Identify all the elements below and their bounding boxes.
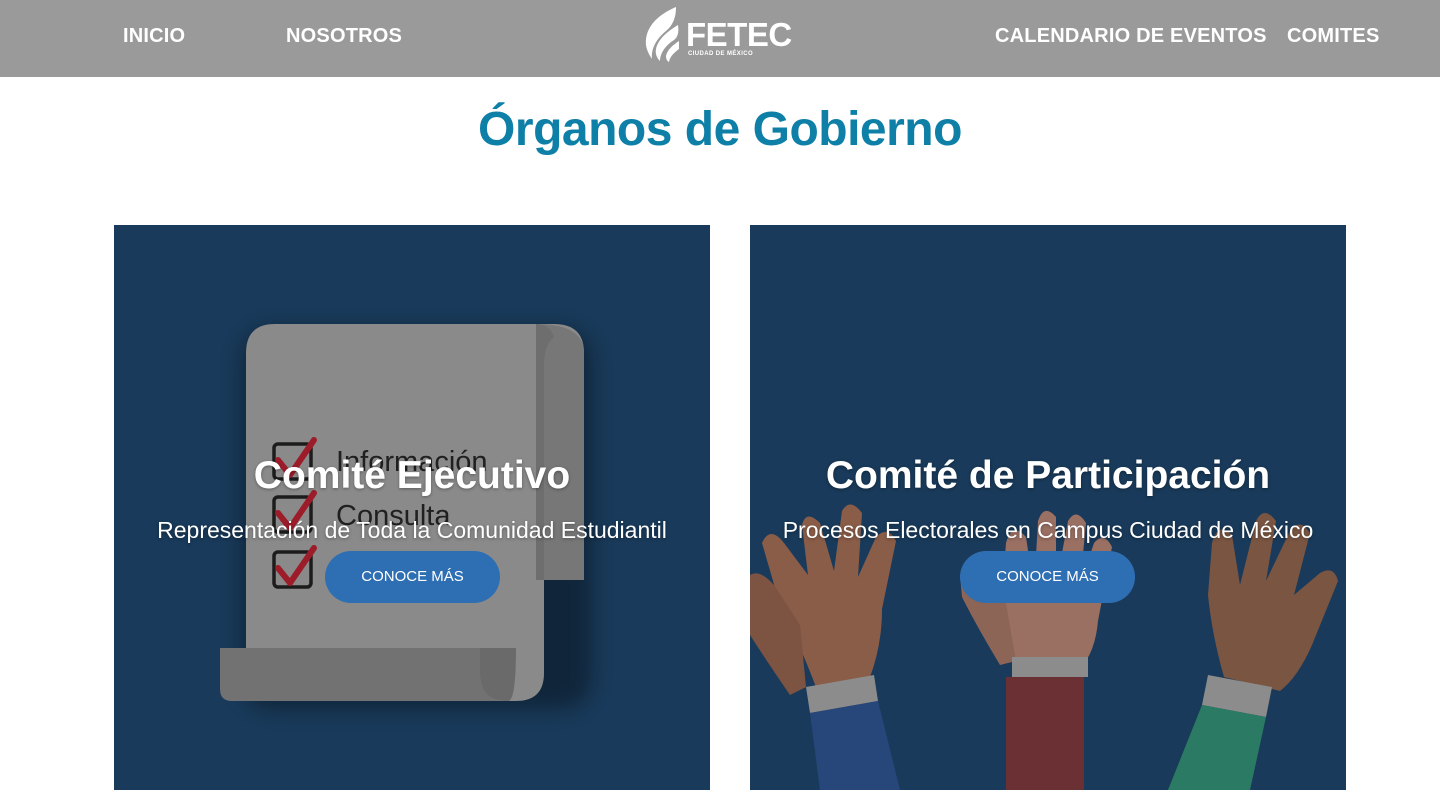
card-subtitle: Procesos Electorales en Campus Ciudad de…: [782, 517, 1314, 543]
page-title: Órganos de Gobierno: [478, 103, 962, 156]
nav-link-calendario-de-eventos[interactable]: CALENDARIO DE EVENTOS: [995, 25, 1267, 48]
logo-text: FETEC: [686, 16, 792, 53]
logo-subtext: CIUDAD DE MÉXICO: [688, 51, 754, 57]
card-comite-de-participacion[interactable]: [750, 225, 1346, 790]
nav-link-inicio[interactable]: INICIO: [123, 25, 185, 48]
raised-hands-illustration: [750, 504, 1338, 790]
conoce-mas-button-comite-ejecutivo[interactable]: CONOCE MÁS: [325, 551, 500, 603]
checklist-scroll-illustration: Información Consulta: [220, 324, 592, 709]
flame-icon: [645, 7, 679, 62]
card-title: Comité Ejecutivo: [253, 454, 571, 497]
card-comite-ejecutivo[interactable]: Información Consulta: [114, 225, 710, 790]
card-subtitle: Representación de Toda la Comunidad Estu…: [157, 517, 667, 543]
top-navigation-bar: INICIO NOSOTROS FETEC CIUDAD DE MÉXICO C…: [0, 0, 1440, 77]
nav-link-comites[interactable]: COMITES: [1287, 25, 1380, 48]
card-title: Comité de Participación: [825, 454, 1271, 497]
fetec-logo[interactable]: FETEC CIUDAD DE MÉXICO: [642, 5, 802, 63]
nav-link-nosotros[interactable]: NOSOTROS: [286, 25, 402, 48]
conoce-mas-button-comite-de-participacion[interactable]: CONOCE MÁS: [960, 551, 1135, 603]
